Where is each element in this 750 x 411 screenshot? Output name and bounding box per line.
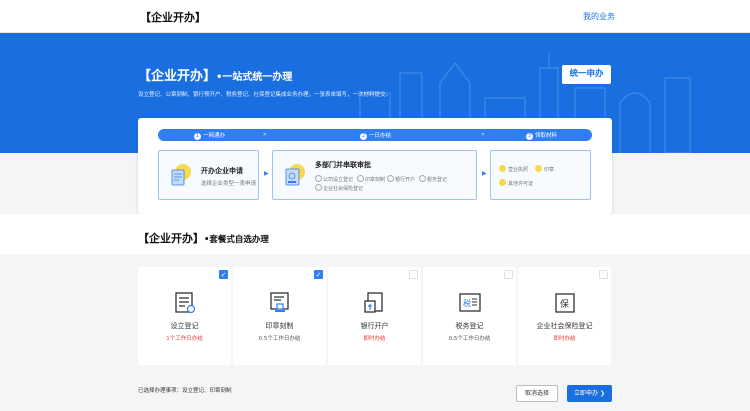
selected-items-text: 已选择办理事项：设立登记、印章刻制 [138,388,232,394]
option-name: 设立登记 [170,322,199,330]
process-flow-card: 1 一网通办 » 2 一日办结 » 3 领取材料 开办企业申请 选择企业类型一表申请 … [138,118,612,214]
option-checkbox[interactable] [409,270,418,279]
apply-box-title: 开办企业申请 [201,167,243,175]
approval-box: 多部门并串联审批 公司设立登记 印章刻制 银行开户 税务登记 企业社会保险登记 [272,150,477,200]
option-time: 即时办结 [553,336,576,342]
option-card-bank[interactable]: 银行开户 即时办结 [328,267,421,365]
insurance-icon: 保 [555,293,575,313]
hero-title: 【企业开办】•一站式统一办理 [138,69,293,84]
option-time: 0.5个工作日办结 [448,336,491,342]
seal-icon [535,165,542,172]
option-checkbox[interactable] [504,270,513,279]
section2-title: 【企业开办】•套餐式自选办理 [138,232,269,245]
seal-icon [270,292,289,312]
cancel-selection-button[interactable]: 取消选择 [516,385,558,402]
permit-icon [499,179,506,186]
apply-box-subtitle: 选择企业类型一表申请 [201,181,257,187]
option-time: 0.5个工作日办结 [258,336,301,342]
step-2: 2 一日办结 [360,133,392,140]
approval-tag: 税务登记 [419,175,447,183]
tax-icon: 税 [459,293,481,312]
permit-item: 其他许可证 [499,179,533,187]
option-checkbox[interactable]: ✓ [314,270,323,279]
approval-tag: 银行开户 [387,175,415,183]
option-name: 企业社会保险登记 [536,322,593,330]
bank-card-icon [364,292,383,313]
license-item: 营业执照 [499,165,528,173]
section2-title-suffix: •套餐式自选办理 [204,235,269,245]
approval-tag: 印章刻制 [357,175,385,183]
option-name: 银行开户 [360,322,389,330]
chevron-right-icon: » [263,131,267,138]
apply-now-button[interactable]: 立即申办 ❯ [567,385,612,402]
chevron-right-icon: » [481,131,485,138]
my-business-link[interactable]: 我的业务 [583,11,615,22]
form-icon [175,292,196,314]
section2-header-bg [0,214,750,254]
option-card-registration[interactable]: ✓ 设立登记 1个工作日办结 [138,267,231,365]
step-1: 1 一网通办 [194,133,226,140]
svg-text:税: 税 [463,298,471,308]
license-icon [499,165,506,172]
option-time: 1个工作日办结 [166,336,203,342]
option-time: 即时办结 [363,336,386,342]
process-steps-bar: 1 一网通办 » 2 一日办结 » 3 领取材料 [158,129,592,141]
step-3: 3 领取材料 [526,133,558,140]
hero-description: 设立登记、公章刻制、银行预开户、税务登记、社保登记集成业务办理，一张表单填写，一… [138,92,392,98]
option-card-tax[interactable]: 税 税务登记 0.5个工作日办结 [423,267,516,365]
option-card-seal[interactable]: ✓ 印章刻制 0.5个工作日办结 [233,267,326,365]
option-name: 印章刻制 [265,322,294,330]
approval-tag: 企业社会保险登记 [315,184,363,192]
arrow-right-icon: ▶ [264,170,269,177]
application-form-icon [171,164,191,186]
option-checkbox[interactable] [599,270,608,279]
approval-box-title: 多部门并串联审批 [315,161,371,169]
option-name: 税务登记 [455,322,484,330]
collect-box: 营业执照 印章 其他许可证 [490,150,591,200]
unified-apply-button[interactable]: 统一申办 [562,65,611,84]
seal-item: 印章 [535,165,554,173]
option-checkbox[interactable]: ✓ [219,270,228,279]
option-card-insurance[interactable]: 保 企业社会保险登记 即时办结 [518,267,611,365]
top-header: 【企业开办】 我的业务 [0,0,750,33]
arrow-right-icon: ▶ [482,170,487,177]
apply-box: 开办企业申请 选择企业类型一表申请 [158,150,259,200]
site-brand: 【企业开办】 [140,11,206,24]
svg-text:保: 保 [560,298,569,310]
approval-tag: 公司设立登记 [315,175,353,183]
approval-stamp-icon [285,164,305,186]
hero-title-suffix: •一站式统一办理 [216,72,293,83]
